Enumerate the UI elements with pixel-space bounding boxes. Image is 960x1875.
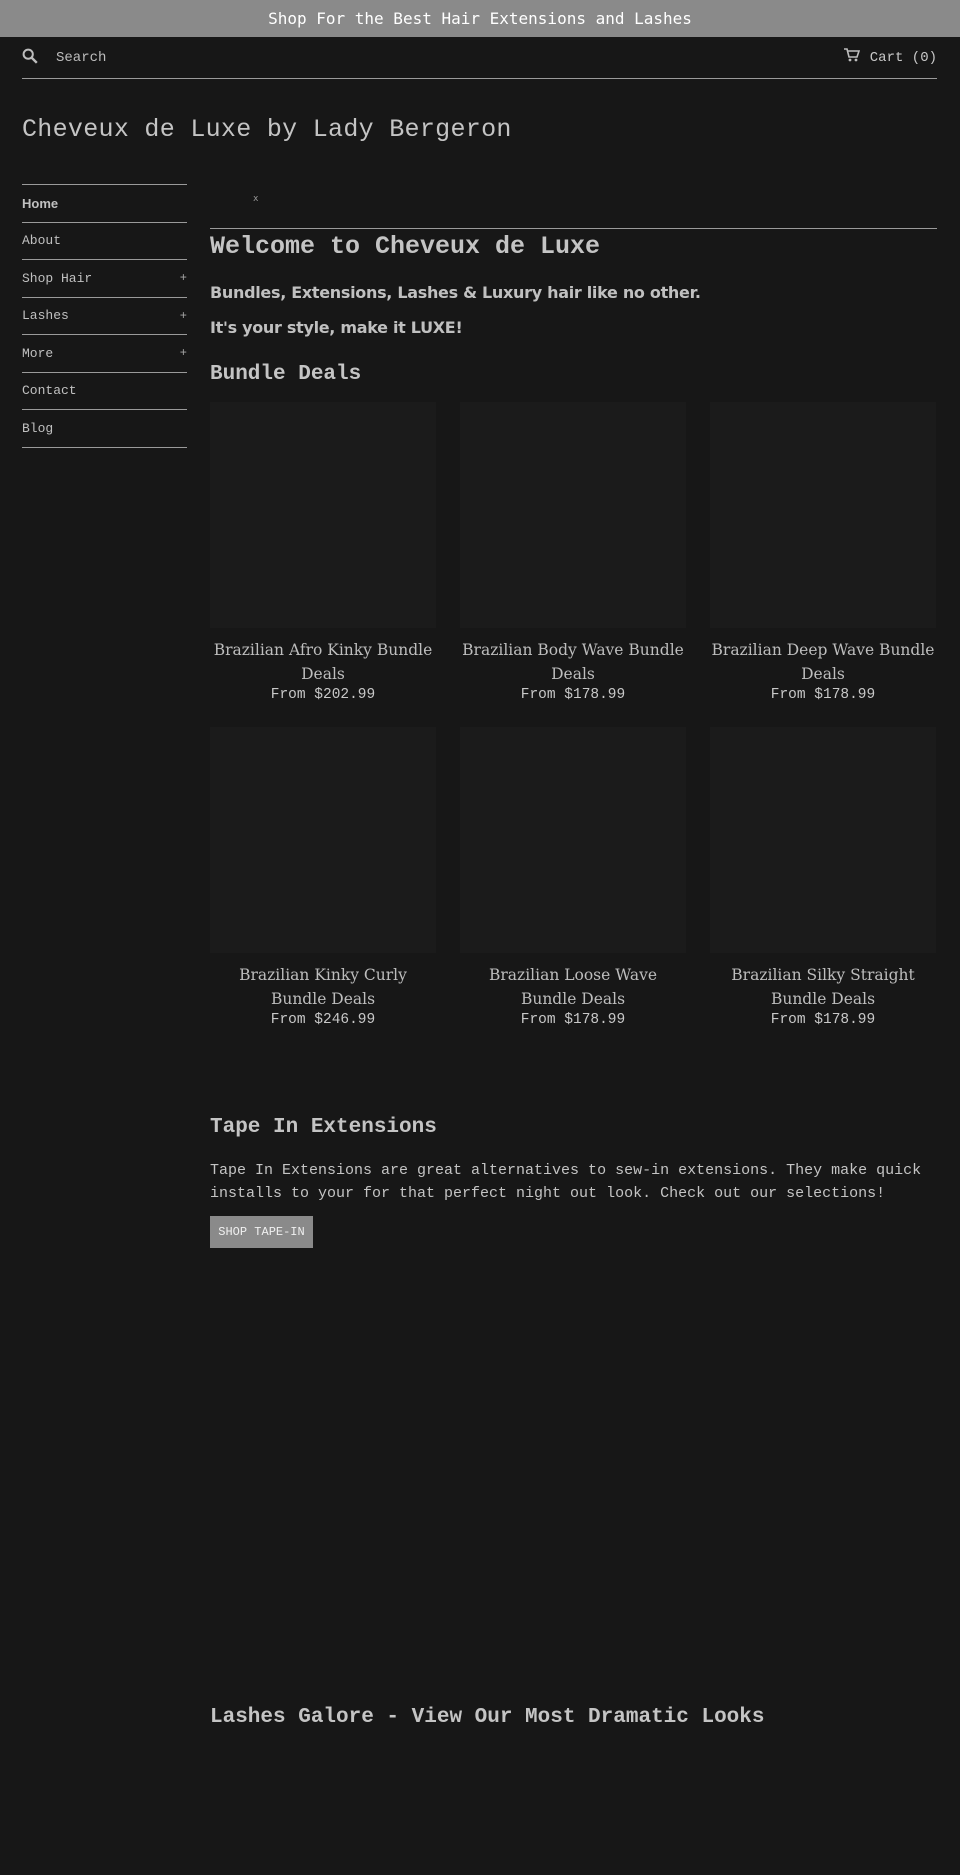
product-name[interactable]: Brazilian Body Wave Bundle Deals	[460, 638, 686, 686]
search-icon[interactable]	[22, 48, 38, 68]
product-price: From $202.99	[270, 687, 376, 703]
product-image[interactable]	[210, 727, 436, 953]
sidebar-item-lashes[interactable]: Lashes +	[22, 298, 187, 335]
sidebar-item-label: Blog	[22, 420, 54, 436]
product-price: From $178.99	[520, 687, 626, 703]
sidebar-item-home[interactable]: Home	[22, 185, 187, 223]
product-card[interactable]: Brazilian Body Wave Bundle Deals From $1…	[460, 402, 686, 703]
product-price: From $246.99	[270, 1012, 376, 1028]
expand-icon[interactable]: +	[180, 346, 187, 360]
product-card[interactable]: Brazilian Silky Straight Bundle Deals Fr…	[710, 727, 936, 1028]
product-card[interactable]: Brazilian Deep Wave Bundle Deals From $1…	[710, 402, 936, 703]
cart-link[interactable]: Cart (0)	[843, 48, 937, 67]
bundle-deals-title: Bundle Deals	[210, 363, 362, 386]
sidebar-item-shop-hair[interactable]: Shop Hair +	[22, 260, 187, 298]
product-name[interactable]: Brazilian Afro Kinky Bundle Deals	[210, 638, 436, 686]
product-price: From $178.99	[770, 1012, 876, 1028]
site-title[interactable]: Cheveux de Luxe by Lady Bergeron	[22, 115, 512, 144]
sidebar-item-label: Lashes	[22, 308, 69, 324]
tagline: Bundles, Extensions, Lashes & Luxury hai…	[210, 283, 701, 302]
hero-image: x	[210, 184, 937, 229]
product-price: From $178.99	[520, 1012, 626, 1028]
product-price: From $178.99	[770, 687, 876, 703]
product-name[interactable]: Brazilian Kinky Curly Bundle Deals	[210, 963, 436, 1011]
tagline-secondary: It's your style, make it LUXE!	[210, 318, 463, 337]
product-image[interactable]	[710, 402, 936, 628]
expand-icon[interactable]: +	[180, 271, 187, 285]
sidebar-item-contact[interactable]: Contact	[22, 373, 187, 410]
sidebar-nav: Home About Shop Hair + Lashes + More + C…	[22, 184, 187, 448]
sidebar-item-label: Shop Hair	[22, 270, 93, 286]
sidebar-item-label: Contact	[22, 383, 77, 399]
product-name[interactable]: Brazilian Silky Straight Bundle Deals	[710, 963, 936, 1011]
sidebar-item-label: About	[22, 233, 62, 249]
sidebar-item-more[interactable]: More +	[22, 335, 187, 373]
product-image[interactable]	[460, 402, 686, 628]
broken-image-icon: x	[253, 194, 259, 204]
search-area	[22, 48, 356, 68]
product-card[interactable]: Brazilian Loose Wave Bundle Deals From $…	[460, 727, 686, 1028]
shop-tape-in-button[interactable]: SHOP TAPE-IN	[210, 1216, 313, 1248]
sidebar-item-label: More	[22, 345, 54, 361]
product-name[interactable]: Brazilian Loose Wave Bundle Deals	[460, 963, 686, 1011]
sidebar-item-blog[interactable]: Blog	[22, 410, 187, 448]
tape-in-description: Tape In Extensions are great alternative…	[210, 1162, 922, 1202]
lashes-galore-title: Lashes Galore - View Our Most Dramatic L…	[210, 1706, 765, 1729]
main-content: x Welcome to Cheveux de Luxe Bundles, Ex…	[210, 184, 937, 1028]
product-grid: Brazilian Afro Kinky Bundle Deals From $…	[210, 402, 937, 1028]
product-image[interactable]	[210, 402, 436, 628]
announcement-text: Shop For the Best Hair Extensions and La…	[268, 9, 692, 28]
product-image[interactable]	[710, 727, 936, 953]
product-name[interactable]: Brazilian Deep Wave Bundle Deals	[710, 638, 936, 686]
cart-icon	[843, 48, 860, 67]
top-bar: Cart (0)	[22, 37, 937, 79]
product-card[interactable]: Brazilian Afro Kinky Bundle Deals From $…	[210, 402, 436, 703]
product-image[interactable]	[460, 727, 686, 953]
page-title: Welcome to Cheveux de Luxe	[210, 232, 601, 261]
announcement-bar: Shop For the Best Hair Extensions and La…	[0, 0, 960, 37]
sidebar-item-about[interactable]: About	[22, 223, 187, 260]
expand-icon[interactable]: +	[180, 309, 187, 323]
tape-in-title: Tape In Extensions	[210, 1116, 437, 1139]
search-input[interactable]	[56, 49, 356, 66]
product-card[interactable]: Brazilian Kinky Curly Bundle Deals From …	[210, 727, 436, 1028]
sidebar-item-label: Home	[22, 195, 59, 211]
cart-label: Cart (0)	[869, 49, 937, 66]
